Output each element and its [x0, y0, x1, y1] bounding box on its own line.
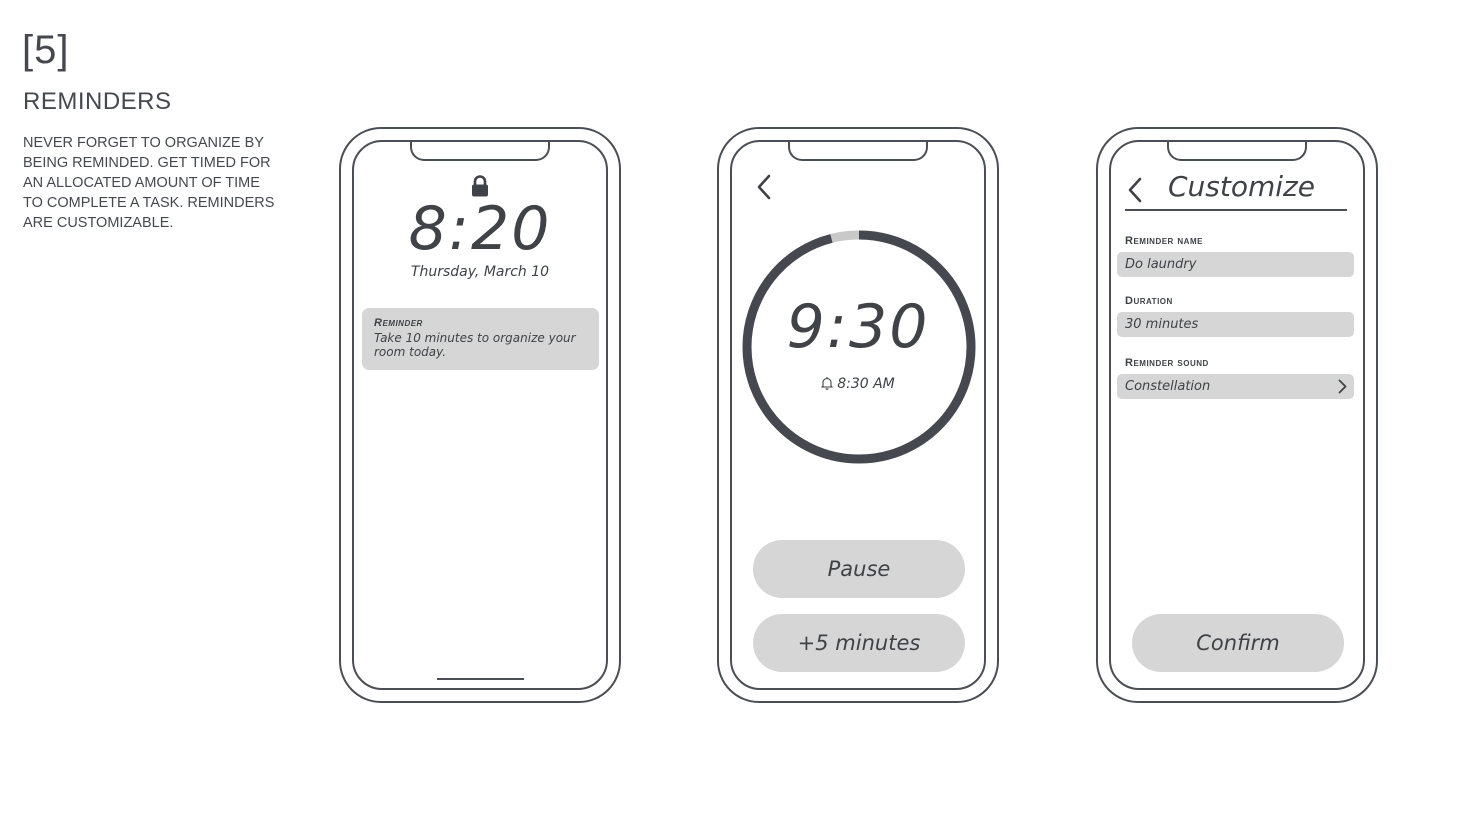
page-title: Customize: [1168, 170, 1315, 203]
phone-screen: 9:30 8:30 AM Pause +5 minutes: [730, 140, 986, 690]
section-number: [5]: [22, 28, 70, 72]
reminder-sound-label: Reminder sound: [1125, 357, 1209, 369]
phone-screen: 8:20 Thursday, March 10 Reminder Take 10…: [352, 140, 608, 690]
reminder-sound-value: Constellation: [1125, 379, 1211, 394]
timer-countdown: 9:30: [786, 292, 930, 362]
phone-timer-screen: 9:30 8:30 AM Pause +5 minutes: [717, 127, 999, 703]
section-description: NEVER FORGET TO ORGANIZE BY BEING REMIND…: [23, 135, 275, 231]
notification-title: Reminder: [374, 317, 423, 329]
duration-label: Duration: [1125, 295, 1173, 307]
section-title: REMINDERS: [23, 88, 172, 115]
phone-notch: [788, 142, 928, 161]
add-five-minutes-button[interactable]: +5 minutes: [753, 614, 965, 672]
notification-body: Take 10 minutes to organize your room to…: [374, 331, 576, 359]
reminder-notification[interactable]: Reminder Take 10 minutes to organize you…: [362, 308, 599, 370]
confirm-button[interactable]: Confirm: [1132, 614, 1344, 672]
alarm-row: 8:30 AM: [732, 376, 984, 392]
phone-notch: [1167, 142, 1307, 161]
alarm-time: 8:30 AM: [837, 376, 895, 392]
pause-button[interactable]: Pause: [753, 540, 965, 598]
chevron-left-icon[interactable]: [1128, 177, 1142, 203]
phone-customize-screen: Customize Reminder name Do laundry Durat…: [1096, 127, 1378, 703]
title-underline: [1125, 209, 1347, 211]
chevron-right-icon: [1338, 379, 1347, 394]
home-indicator[interactable]: [437, 678, 524, 680]
lock-screen-date: Thursday, March 10: [410, 264, 550, 280]
bell-icon: [820, 377, 834, 390]
chevron-left-icon[interactable]: [756, 174, 772, 200]
phone-lock-screen: 8:20 Thursday, March 10 Reminder Take 10…: [339, 127, 621, 703]
duration-field[interactable]: 30 minutes: [1117, 312, 1354, 337]
reminder-name-label: Reminder name: [1125, 235, 1203, 247]
phone-notch: [410, 142, 550, 161]
reminder-name-field[interactable]: Do laundry: [1117, 252, 1354, 277]
reminder-sound-select[interactable]: Constellation: [1117, 374, 1354, 399]
phone-screen: Customize Reminder name Do laundry Durat…: [1109, 140, 1365, 690]
lock-screen-time: 8:20: [408, 194, 552, 264]
